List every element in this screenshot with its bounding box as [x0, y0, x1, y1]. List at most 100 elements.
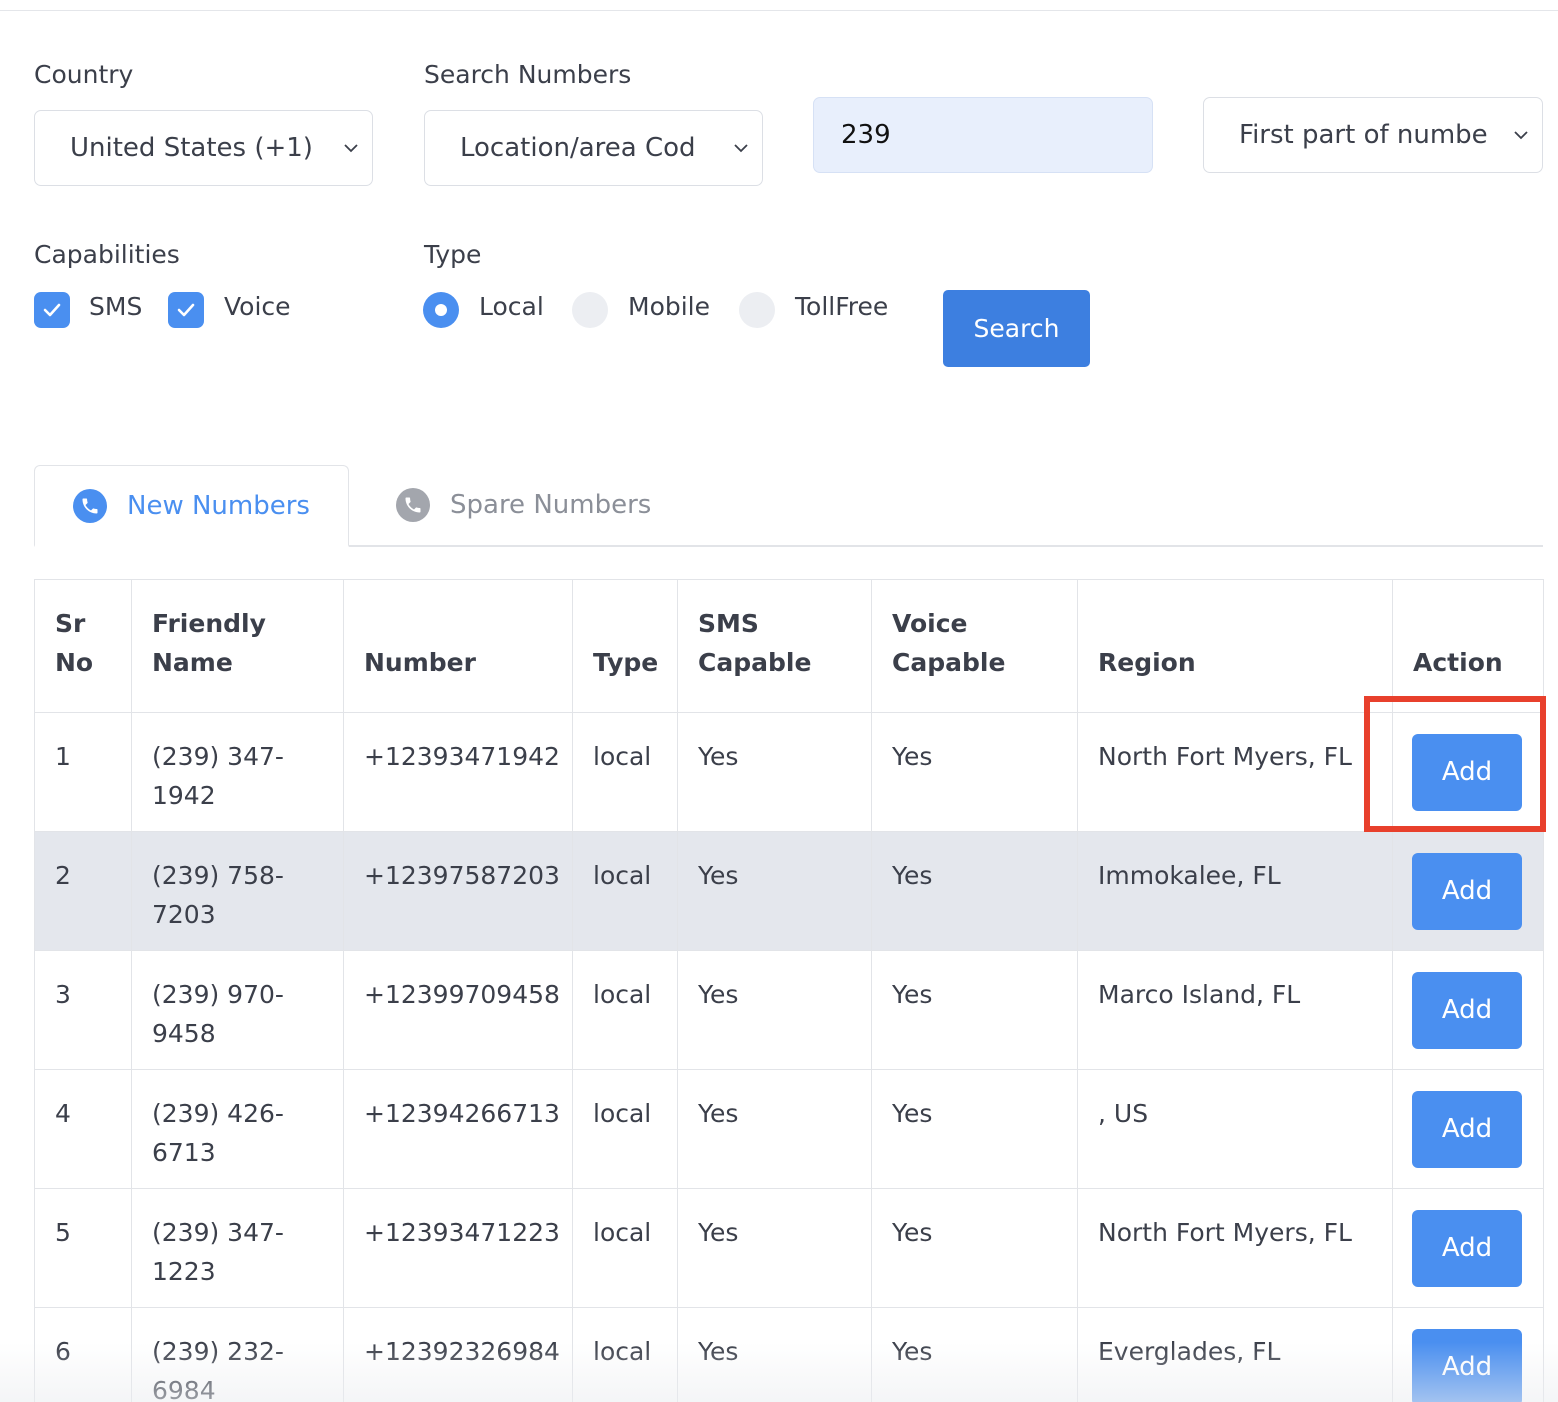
tab-spare-numbers-label: Spare Numbers — [450, 490, 652, 520]
cell-sms: Yes — [677, 950, 872, 1070]
cell-sr: 1 — [34, 712, 132, 832]
add-button[interactable]: Add — [1412, 853, 1522, 930]
cell-region: , US — [1077, 1069, 1393, 1189]
cell-sr: 6 — [34, 1307, 132, 1402]
add-button[interactable]: Add — [1412, 1210, 1522, 1287]
add-button[interactable]: Add — [1412, 1329, 1522, 1402]
local-radio-label[interactable]: Local — [479, 292, 544, 321]
cell-action: Add — [1392, 1069, 1544, 1189]
mobile-radio-label[interactable]: Mobile — [628, 292, 710, 321]
type-label: Type — [424, 240, 482, 269]
tab-new-numbers[interactable]: New Numbers — [34, 465, 349, 547]
check-icon — [43, 303, 61, 317]
tollfree-radio[interactable] — [739, 292, 775, 328]
tab-new-numbers-label: New Numbers — [127, 490, 310, 521]
cell-number: +12393471942 — [343, 712, 573, 832]
cell-action: Add — [1392, 950, 1544, 1070]
cell-region: Everglades, FL — [1077, 1307, 1393, 1402]
cell-type: local — [572, 712, 678, 832]
voice-checkbox-label[interactable]: Voice — [224, 292, 291, 321]
cell-sr: 5 — [34, 1188, 132, 1308]
capabilities-label: Capabilities — [34, 240, 180, 269]
local-radio[interactable] — [423, 292, 459, 328]
cell-sms: Yes — [677, 831, 872, 951]
cell-type: local — [572, 950, 678, 1070]
cell-number: +12394266713 — [343, 1069, 573, 1189]
cell-sr: 2 — [34, 831, 132, 951]
cell-region: Immokalee, FL — [1077, 831, 1393, 951]
cell-sms: Yes — [677, 1307, 872, 1402]
mobile-radio[interactable] — [572, 292, 608, 328]
phone-icon — [396, 488, 430, 522]
cell-voice: Yes — [871, 831, 1078, 951]
cell-friendly-name: (239) 970-9458 — [131, 950, 344, 1070]
country-select-value: United States (+1) — [70, 133, 313, 163]
cell-action: Add — [1392, 1188, 1544, 1308]
cell-sms: Yes — [677, 1069, 872, 1189]
header-voice-capable: Voice Capable — [871, 579, 1078, 713]
search-input-value: 239 — [841, 120, 891, 150]
numbers-table: Sr No Friendly Name Number Type SMS Capa… — [34, 579, 1544, 1402]
voice-checkbox[interactable] — [168, 292, 204, 328]
cell-sr: 4 — [34, 1069, 132, 1189]
chevron-down-icon — [342, 139, 360, 157]
cell-voice: Yes — [871, 1307, 1078, 1402]
table-row: 2 (239) 758-7203 +12397587203 local Yes … — [34, 831, 1544, 951]
cell-sms: Yes — [677, 712, 872, 832]
cell-friendly-name: (239) 347-1942 — [131, 712, 344, 832]
sms-checkbox[interactable] — [34, 292, 70, 328]
tab-spare-numbers[interactable]: Spare Numbers — [396, 465, 651, 545]
header-sr-no: Sr No — [34, 579, 132, 713]
country-select[interactable]: United States (+1) — [34, 110, 373, 186]
table-row: 5 (239) 347-1223 +12393471223 local Yes … — [34, 1188, 1544, 1308]
match-mode-select[interactable]: First part of numbe — [1203, 97, 1543, 173]
cell-action: Add — [1392, 831, 1544, 951]
cell-type: local — [572, 1307, 678, 1402]
header-action: Action — [1392, 579, 1544, 713]
cell-sms: Yes — [677, 1188, 872, 1308]
cell-friendly-name: (239) 347-1223 — [131, 1188, 344, 1308]
phone-icon — [73, 488, 107, 523]
cell-voice: Yes — [871, 1069, 1078, 1189]
table-row: 4 (239) 426-6713 +12394266713 local Yes … — [34, 1069, 1544, 1189]
cell-friendly-name: (239) 232-6984 — [131, 1307, 344, 1402]
cell-number: +12392326984 — [343, 1307, 573, 1402]
cell-friendly-name: (239) 426-6713 — [131, 1069, 344, 1189]
tollfree-radio-label[interactable]: TollFree — [795, 292, 888, 321]
header-friendly-name: Friendly Name — [131, 579, 344, 713]
cell-type: local — [572, 1188, 678, 1308]
header-region: Region — [1077, 579, 1393, 713]
cell-type: local — [572, 1069, 678, 1189]
cell-voice: Yes — [871, 712, 1078, 832]
cell-action: Add — [1392, 1307, 1544, 1402]
cell-region: Marco Island, FL — [1077, 950, 1393, 1070]
search-button[interactable]: Search — [943, 290, 1090, 367]
search-numbers-label: Search Numbers — [424, 60, 632, 89]
cell-sr: 3 — [34, 950, 132, 1070]
table-row: 6 (239) 232-6984 +12392326984 local Yes … — [34, 1307, 1544, 1402]
cell-region: North Fort Myers, FL — [1077, 712, 1393, 832]
search-by-select-value: Location/area Cod — [460, 133, 696, 163]
cell-voice: Yes — [871, 950, 1078, 1070]
search-input[interactable]: 239 — [813, 97, 1153, 173]
table-row: 1 (239) 347-1942 +12393471942 local Yes … — [34, 712, 1544, 832]
add-button[interactable]: Add — [1412, 972, 1522, 1049]
cell-number: +12393471223 — [343, 1188, 573, 1308]
highlight-box — [1364, 696, 1546, 832]
check-icon — [177, 303, 195, 317]
table-row: 3 (239) 970-9458 +12399709458 local Yes … — [34, 950, 1544, 1070]
cell-friendly-name: (239) 758-7203 — [131, 831, 344, 951]
header-number: Number — [343, 579, 573, 713]
search-by-select[interactable]: Location/area Cod — [424, 110, 763, 186]
sms-checkbox-label[interactable]: SMS — [89, 292, 142, 321]
header-type: Type — [572, 579, 678, 713]
table-header-row: Sr No Friendly Name Number Type SMS Capa… — [34, 579, 1544, 713]
cell-number: +12397587203 — [343, 831, 573, 951]
add-button[interactable]: Add — [1412, 1091, 1522, 1168]
chevron-down-icon — [1512, 126, 1530, 144]
header-sms-capable: SMS Capable — [677, 579, 872, 713]
cell-region: North Fort Myers, FL — [1077, 1188, 1393, 1308]
country-label: Country — [34, 60, 134, 89]
cell-type: local — [572, 831, 678, 951]
top-divider — [0, 10, 1558, 11]
